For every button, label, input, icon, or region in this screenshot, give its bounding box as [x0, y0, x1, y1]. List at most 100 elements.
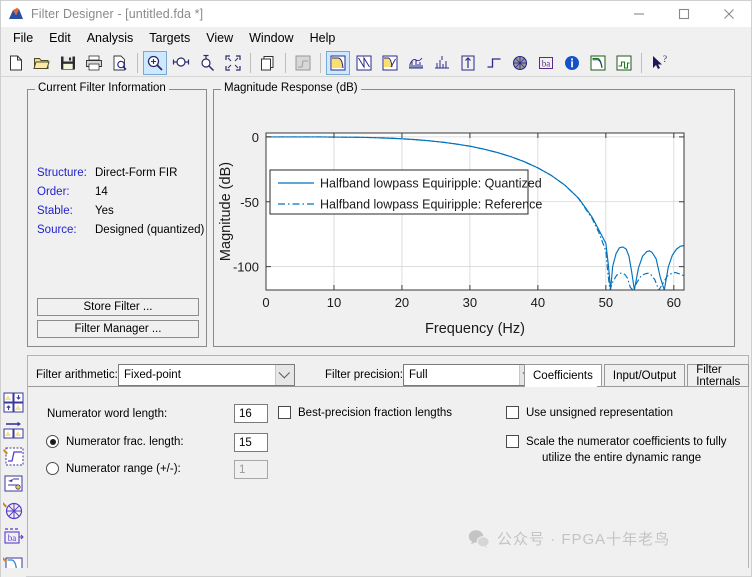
zoom-in-icon[interactable]	[143, 50, 167, 75]
wechat-icon	[468, 529, 490, 548]
chevron-down-icon	[275, 365, 294, 385]
phase-delay-icon[interactable]	[430, 51, 454, 75]
minimize-button[interactable]	[616, 1, 661, 27]
toolbar-separator	[641, 52, 642, 73]
save-disk-icon[interactable]	[56, 51, 80, 75]
menu-edit[interactable]: Edit	[41, 28, 79, 48]
filter-info-row-stable: Stable: Yes	[37, 202, 204, 221]
group-delay-icon[interactable]	[404, 51, 428, 75]
menu-bar: File Edit Analysis Targets View Window H…	[1, 27, 751, 49]
stable-label: Stable:	[37, 205, 73, 217]
scale-numerator-checkbox[interactable]	[506, 435, 519, 448]
magnitude-response-chart[interactable]: 0 10 20 30 40 50 60 0 -50 -100 Frequency (Hz) Magni…	[214, 90, 734, 346]
svg-text:60: 60	[667, 295, 681, 310]
filter-coefficients-icon[interactable]: ba	[534, 51, 558, 75]
numerator-word-length-input[interactable]: 16	[234, 404, 268, 423]
svg-text:Frequency (Hz): Frequency (Hz)	[425, 321, 525, 337]
magnitude-response-icon[interactable]	[326, 50, 350, 75]
filter-info-fields: Structure: Direct-Form FIR Order: 14 Sta…	[37, 164, 204, 240]
menu-window[interactable]: Window	[241, 28, 301, 48]
svg-text:0: 0	[262, 295, 269, 310]
menu-view[interactable]: View	[198, 28, 241, 48]
close-button[interactable]	[706, 1, 751, 27]
pole-zero-icon[interactable]	[508, 51, 532, 75]
realize-model-icon[interactable]	[2, 472, 25, 495]
open-folder-icon[interactable]	[30, 51, 54, 75]
print-icon[interactable]	[82, 51, 106, 75]
svg-text:-50: -50	[240, 195, 259, 210]
maximize-button[interactable]	[661, 1, 706, 27]
filter-precision-select[interactable]: Full	[403, 364, 539, 386]
design-sidebar: ba	[1, 391, 26, 577]
scale-numerator-label-line2: utilize the entire dynamic range	[542, 452, 702, 464]
svg-text:40: 40	[531, 295, 545, 310]
tab-filter-internals[interactable]: Filter Internals	[687, 364, 750, 388]
import-export-icon[interactable]	[2, 391, 25, 414]
zoom-x-icon[interactable]	[169, 51, 193, 75]
svg-text:20: 20	[395, 295, 409, 310]
numerator-range-label: Numerator range (+/-):	[66, 463, 181, 475]
numerator-frac-length-radio[interactable]	[46, 435, 59, 448]
pole-zero-editor-icon[interactable]	[2, 499, 25, 522]
tab-coefficients[interactable]: Coefficients	[524, 364, 602, 387]
menu-analysis[interactable]: Analysis	[79, 28, 142, 48]
order-value: 14	[95, 186, 108, 198]
matlab-wave-icon	[8, 7, 24, 21]
structure-value: Direct-Form FIR	[95, 167, 178, 179]
svg-text:-100: -100	[233, 260, 259, 275]
filter-manager-button[interactable]: Filter Manager ...	[37, 320, 199, 338]
toolbar-separator	[320, 52, 321, 73]
impulse-response-icon[interactable]	[456, 51, 480, 75]
store-filter-button[interactable]: Store Filter ...	[37, 298, 199, 316]
svg-text:Halfband lowpass Equiripple: R: Halfband lowpass Equiripple: Reference	[320, 198, 542, 212]
svg-text:ba: ba	[8, 533, 17, 543]
window-controls	[616, 1, 751, 27]
filter-arithmetic-select[interactable]: Fixed-point	[118, 364, 295, 386]
numerator-range-input: 1	[234, 460, 268, 479]
numerator-frac-length-input[interactable]: 15	[234, 433, 268, 452]
tab-underline	[28, 386, 748, 387]
step-response-icon[interactable]	[482, 51, 506, 75]
zoom-y-icon[interactable]	[195, 51, 219, 75]
design-filter-icon[interactable]	[2, 445, 25, 468]
best-precision-label: Best-precision fraction lengths	[298, 407, 453, 419]
menu-file[interactable]: File	[5, 28, 41, 48]
use-unsigned-label: Use unsigned representation	[526, 407, 674, 419]
print-preview-icon[interactable]	[108, 51, 132, 75]
numerator-frac-length-label: Numerator frac. length:	[66, 436, 184, 448]
svg-text:0: 0	[252, 130, 259, 145]
magnitude-phase-icon[interactable]	[378, 51, 402, 75]
menu-help[interactable]: Help	[302, 28, 344, 48]
set-quantization-icon[interactable]: ba	[2, 526, 25, 549]
context-help-icon[interactable]: ?	[647, 51, 671, 75]
tab-input-output[interactable]: Input/Output	[603, 364, 686, 387]
filter-info-row-structure: Structure: Direct-Form FIR	[37, 164, 204, 183]
zoom-fit-icon[interactable]	[221, 51, 245, 75]
stable-value: Yes	[95, 205, 114, 217]
use-unsigned-checkbox[interactable]	[506, 406, 519, 419]
watermark-text: 公众号 · FPGA十年老鸟	[497, 531, 671, 548]
magnitude-estimate-icon[interactable]	[586, 51, 610, 75]
svg-text:50: 50	[599, 295, 613, 310]
menu-targets[interactable]: Targets	[141, 28, 198, 48]
numerator-range-radio[interactable]	[46, 462, 59, 475]
toolbar-separator	[137, 52, 138, 73]
new-file-icon[interactable]	[4, 51, 28, 75]
phase-response-icon[interactable]	[352, 51, 376, 75]
svg-text:30: 30	[463, 295, 477, 310]
filter-arithmetic-label: Filter arithmetic:	[36, 369, 118, 381]
round-off-noise-icon[interactable]	[612, 51, 636, 75]
svg-text:Magnitude (dB): Magnitude (dB)	[218, 162, 234, 261]
filter-spec-icon[interactable]	[291, 51, 315, 75]
svg-text:ba: ba	[542, 58, 551, 68]
filter-information-icon[interactable]	[560, 51, 584, 75]
transform-arrow-icon[interactable]	[2, 418, 25, 441]
magnitude-response-panel: Magnitude Response (dB) 0 10 20 30 40 50 60 0 -5…	[213, 82, 735, 347]
filter-info-row-order: Order: 14	[37, 183, 204, 202]
best-precision-checkbox[interactable]	[278, 406, 291, 419]
copy-icon[interactable]	[256, 51, 280, 75]
window-bottom-edge	[1, 568, 751, 576]
svg-text:Halfband lowpass Equiripple: Q: Halfband lowpass Equiripple: Quantized	[320, 177, 542, 191]
numerator-word-length-label: Numerator word length:	[47, 408, 168, 420]
filter-designer-window: Filter Designer - [untitled.fda *] File …	[0, 0, 752, 577]
